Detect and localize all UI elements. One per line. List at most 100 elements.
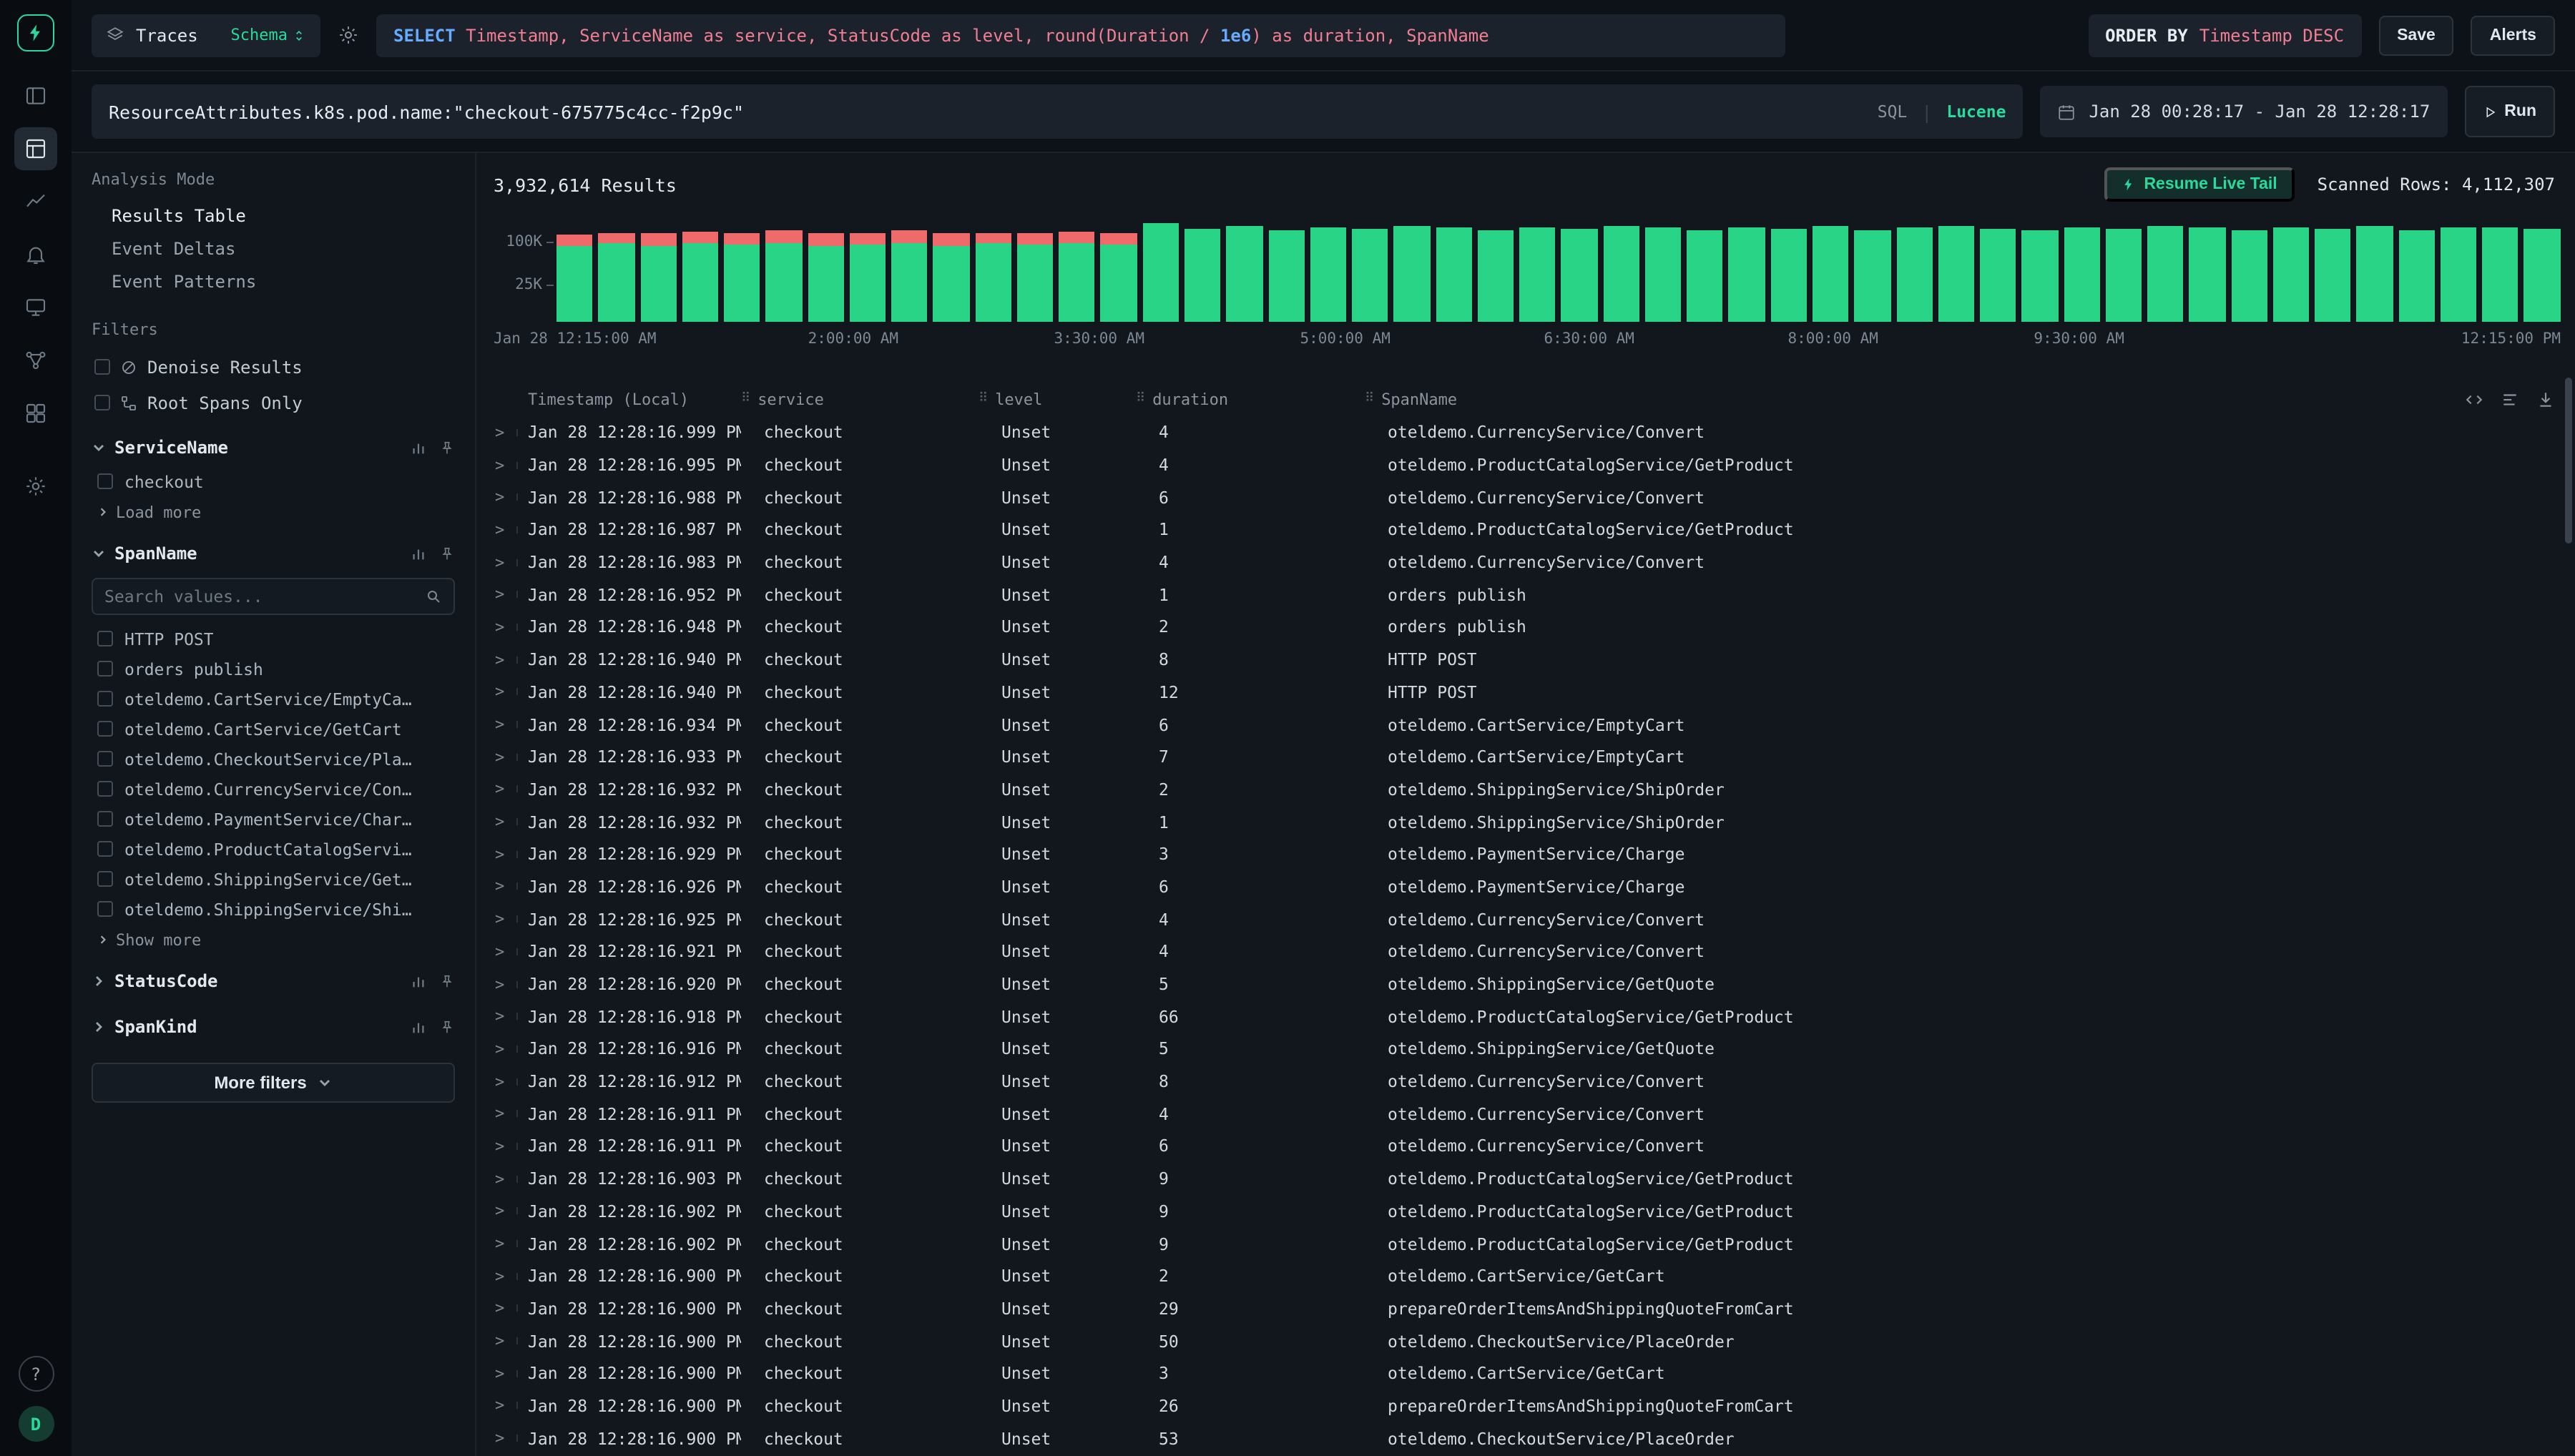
histogram-bar[interactable] xyxy=(724,232,760,322)
checkbox[interactable] xyxy=(94,395,110,410)
pin-icon[interactable] xyxy=(439,973,455,989)
table-row[interactable]: >Jan 28 12:28:16.999 PMcheckoutUnset4ote… xyxy=(476,416,2575,448)
histogram-bar[interactable] xyxy=(1770,229,1807,322)
histogram-plot[interactable] xyxy=(556,216,2561,322)
histogram-bar[interactable] xyxy=(1561,229,1598,322)
servicename-load-more[interactable]: Load more xyxy=(92,498,455,526)
mode-toggle-lucene[interactable]: Lucene xyxy=(1946,102,2006,122)
table-row[interactable]: >Jan 28 12:28:16.987 PMcheckoutUnset1ote… xyxy=(476,513,2575,546)
checkbox[interactable] xyxy=(97,781,113,797)
table-row[interactable]: >Jan 28 12:28:16.940 PMcheckoutUnset12HT… xyxy=(476,676,2575,708)
table-row[interactable]: >Jan 28 12:28:16.900 PMcheckoutUnset29pr… xyxy=(476,1292,2575,1324)
column-header-level[interactable]: ⠿level xyxy=(978,390,1136,408)
row-expand-icon[interactable]: > xyxy=(476,1364,528,1383)
row-expand-icon[interactable]: > xyxy=(476,553,528,571)
checkbox[interactable] xyxy=(97,473,113,489)
resume-live-tail-button[interactable]: Resume Live Tail xyxy=(2104,167,2294,202)
histogram-bar[interactable] xyxy=(2482,227,2518,322)
table-row[interactable]: >Jan 28 12:28:16.948 PMcheckoutUnset2ord… xyxy=(476,611,2575,643)
histogram-bar[interactable] xyxy=(1519,227,1556,322)
table-row[interactable]: >Jan 28 12:28:16.920 PMcheckoutUnset5ote… xyxy=(476,968,2575,1000)
histogram-bar[interactable] xyxy=(2189,228,2226,322)
histogram-bar[interactable] xyxy=(1896,228,1933,322)
table-row[interactable]: >Jan 28 12:28:16.925 PMcheckoutUnset4ote… xyxy=(476,903,2575,935)
row-expand-icon[interactable]: > xyxy=(476,1332,528,1350)
table-row[interactable]: >Jan 28 12:28:16.900 PMcheckoutUnset3ote… xyxy=(476,1357,2575,1389)
save-button[interactable]: Save xyxy=(2378,15,2454,55)
drag-handle-icon[interactable]: ⠿ xyxy=(1136,392,1144,406)
table-row[interactable]: >Jan 28 12:28:16.988 PMcheckoutUnset6ote… xyxy=(476,481,2575,513)
histogram-bar[interactable] xyxy=(556,235,593,322)
histogram-bar[interactable] xyxy=(1603,226,1639,322)
histogram-bar[interactable] xyxy=(2147,226,2184,322)
histogram-bar[interactable] xyxy=(1142,222,1179,322)
drag-handle-icon[interactable]: ⠿ xyxy=(741,392,749,406)
filter-value-row[interactable]: oteldemo.ShippingService/Shi… xyxy=(92,894,455,924)
table-row[interactable]: >Jan 28 12:28:16.952 PMcheckoutUnset1ord… xyxy=(476,579,2575,611)
row-expand-icon[interactable]: > xyxy=(476,1040,528,1058)
histogram-bar[interactable] xyxy=(1184,229,1221,322)
histogram-bar[interactable] xyxy=(2398,230,2435,322)
table-row[interactable]: >Jan 28 12:28:16.926 PMcheckoutUnset6ote… xyxy=(476,870,2575,902)
row-expand-icon[interactable]: > xyxy=(476,488,528,506)
chart-toggle-icon[interactable] xyxy=(411,546,426,561)
row-expand-icon[interactable]: > xyxy=(476,877,528,896)
histogram-bar[interactable] xyxy=(1980,229,2016,322)
sql-select-input[interactable]: SELECT Timestamp, ServiceName as service… xyxy=(376,14,1785,56)
code-view-icon[interactable] xyxy=(2465,390,2483,408)
row-expand-icon[interactable]: > xyxy=(476,1397,528,1415)
filter-group-spanname[interactable]: SpanName xyxy=(92,535,455,572)
pin-icon[interactable] xyxy=(439,1019,455,1035)
histogram-bar[interactable] xyxy=(682,232,719,322)
filter-toggle-denoise[interactable]: Denoise Results xyxy=(92,349,455,385)
table-row[interactable]: >Jan 28 12:28:16.933 PMcheckoutUnset7ote… xyxy=(476,741,2575,773)
row-expand-icon[interactable]: > xyxy=(476,975,528,993)
histogram-bar[interactable] xyxy=(1017,232,1054,322)
pin-icon[interactable] xyxy=(439,546,455,561)
drag-handle-icon[interactable]: ⠿ xyxy=(978,392,986,406)
row-expand-icon[interactable]: > xyxy=(476,1429,528,1447)
histogram-bar[interactable] xyxy=(933,232,970,322)
date-range-picker[interactable]: Jan 28 00:28:17 - Jan 28 12:28:17 xyxy=(2040,86,2447,137)
filter-value-row[interactable]: oteldemo.ProductCatalogServi… xyxy=(92,834,455,864)
histogram-bar[interactable] xyxy=(1310,227,1347,322)
source-select[interactable]: Traces Schema xyxy=(92,14,320,56)
histogram-bar[interactable] xyxy=(2357,226,2393,322)
histogram-bar[interactable] xyxy=(640,232,677,322)
histogram-bar[interactable] xyxy=(1645,228,1682,322)
spanname-search-input[interactable] xyxy=(104,586,416,606)
row-expand-icon[interactable]: > xyxy=(476,747,528,766)
checkbox[interactable] xyxy=(97,661,113,677)
schema-selector[interactable]: Schema xyxy=(231,26,307,44)
row-expand-icon[interactable]: > xyxy=(476,1105,528,1123)
analysis-mode-item[interactable]: Event Patterns xyxy=(92,265,455,297)
table-row[interactable]: >Jan 28 12:28:16.983 PMcheckoutUnset4ote… xyxy=(476,546,2575,579)
histogram-bar[interactable] xyxy=(1394,226,1431,322)
row-expand-icon[interactable]: > xyxy=(476,910,528,928)
histogram-bar[interactable] xyxy=(1854,230,1890,322)
spanname-search-field[interactable] xyxy=(92,578,455,615)
checkbox[interactable] xyxy=(97,691,113,707)
chart-toggle-icon[interactable] xyxy=(411,1019,426,1035)
filter-value-row[interactable]: oteldemo.CurrencyService/Con… xyxy=(92,774,455,804)
histogram-bar[interactable] xyxy=(1729,227,1765,322)
row-expand-icon[interactable]: > xyxy=(476,618,528,636)
table-row[interactable]: >Jan 28 12:28:16.911 PMcheckoutUnset6ote… xyxy=(476,1130,2575,1162)
nav-chart-icon[interactable] xyxy=(14,180,57,223)
app-logo[interactable] xyxy=(17,14,54,51)
nav-alerts-icon[interactable] xyxy=(14,233,57,276)
table-row[interactable]: >Jan 28 12:28:16.900 PMcheckoutUnset26pr… xyxy=(476,1389,2575,1422)
column-header-ts[interactable]: Timestamp (Local) xyxy=(528,390,741,408)
filter-value-row[interactable]: oteldemo.CartService/EmptyCa… xyxy=(92,684,455,714)
user-avatar[interactable]: D xyxy=(18,1406,54,1442)
histogram-bar[interactable] xyxy=(1813,226,1849,322)
help-button[interactable]: ? xyxy=(18,1356,54,1392)
table-row[interactable]: >Jan 28 12:28:16.902 PMcheckoutUnset9ote… xyxy=(476,1195,2575,1227)
download-icon[interactable] xyxy=(2536,390,2555,408)
search-field[interactable]: SQL | Lucene xyxy=(92,84,2023,139)
row-expand-icon[interactable]: > xyxy=(476,1072,528,1091)
filter-value-row[interactable]: oteldemo.CheckoutService/Pla… xyxy=(92,744,455,774)
filter-value-row[interactable]: oteldemo.PaymentService/Char… xyxy=(92,804,455,834)
row-expand-icon[interactable]: > xyxy=(476,1007,528,1025)
analysis-mode-item[interactable]: Event Deltas xyxy=(92,232,455,265)
